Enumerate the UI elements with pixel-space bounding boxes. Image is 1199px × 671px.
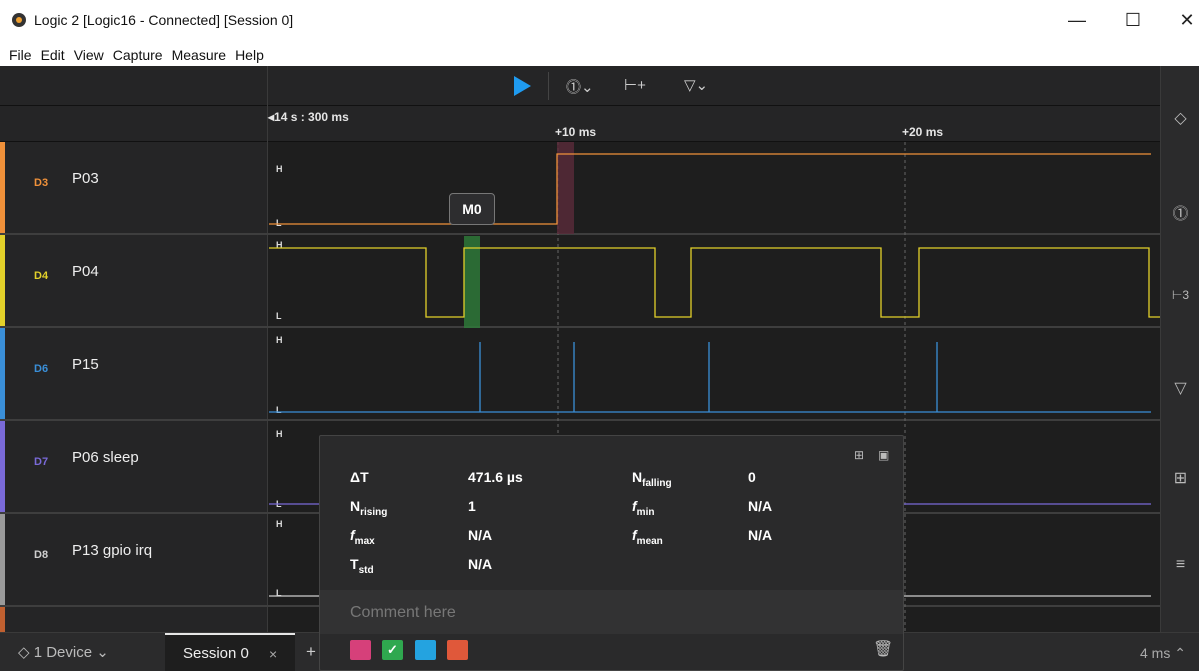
timeline-ruler[interactable]: ◂14 s : 300 ms +10 ms +20 ms: [0, 106, 1160, 142]
fmin-label: fmin: [632, 498, 655, 518]
color-swatch-green-selected[interactable]: ✓: [382, 640, 403, 660]
timeline-left-area: [0, 106, 268, 142]
channel-id: D3: [34, 177, 49, 189]
trigger-icon[interactable]: ⓵⌄: [566, 76, 594, 97]
tstd-label: Tstd: [350, 556, 374, 576]
channel-color: [0, 235, 5, 326]
channel-color: [0, 514, 5, 605]
expand-icon[interactable]: ⊞: [854, 448, 864, 462]
add-session-button[interactable]: +: [306, 642, 316, 662]
menu-file[interactable]: File: [9, 44, 32, 66]
menu-bar: File Edit View Capture Measure Help: [0, 44, 1199, 66]
nfalling-label: Nfalling: [632, 469, 672, 489]
device-tab[interactable]: ◇ 1 Device ⌄: [18, 643, 109, 661]
menu-edit[interactable]: Edit: [41, 44, 65, 66]
measurement-popup: ⊞ ▣ ΔT 471.6 µs Nrising 1 fmax N/A Tstd …: [319, 435, 904, 671]
color-swatch-pink[interactable]: [350, 640, 371, 660]
minimize-button[interactable]: —: [1062, 8, 1092, 32]
session-tab[interactable]: Session 0 ×: [165, 633, 295, 671]
copy-icon[interactable]: ▣: [878, 448, 889, 462]
menu-capture[interactable]: Capture: [113, 44, 163, 66]
close-icon[interactable]: ×: [269, 646, 277, 662]
channel-color: [0, 328, 5, 419]
start-capture-button[interactable]: [514, 76, 531, 96]
notes-icon[interactable]: ≡: [1161, 556, 1199, 574]
session-tab-label: Session 0: [183, 645, 249, 662]
channel-name: P15: [72, 356, 99, 373]
channel-color: [0, 142, 5, 233]
comment-placeholder: Comment here: [350, 604, 456, 621]
channel-label[interactable]: [0, 607, 268, 632]
channel-name: P13 gpio irq: [72, 542, 153, 559]
extensions-icon[interactable]: ⊞: [1161, 468, 1199, 488]
channel-id: D6: [34, 363, 49, 375]
channel-label[interactable]: D4 P04: [0, 235, 268, 326]
timeline-start: ◂14 s : 300 ms: [268, 110, 349, 124]
waveform-d3: [269, 153, 1151, 225]
edge-highlight: [557, 142, 574, 234]
maximize-button[interactable]: ☐: [1118, 8, 1148, 32]
nfalling-value: 0: [748, 469, 756, 485]
channel-color: [0, 421, 5, 512]
menu-help[interactable]: Help: [235, 44, 264, 66]
color-swatch-orange[interactable]: [447, 640, 468, 660]
fmean-label: fmean: [632, 527, 663, 547]
measurements-icon[interactable]: ⊢3: [1161, 288, 1199, 302]
channel-label[interactable]: D3 P03: [0, 142, 268, 233]
channel-id: D7: [34, 456, 49, 468]
fmax-value: N/A: [468, 527, 493, 543]
nrising-label: Nrising: [350, 498, 388, 518]
window-title: Logic 2 [Logic16 - Connected] [Session 0…: [34, 12, 294, 28]
markers-icon[interactable]: ▽: [1161, 378, 1199, 398]
measure-icon[interactable]: ⊢+: [624, 76, 646, 94]
trigger-panel-icon[interactable]: ⓵: [1161, 200, 1199, 224]
nrising-value: 1: [468, 498, 476, 514]
channel-header: [0, 66, 268, 106]
zoom-level[interactable]: 4 ms ⌃: [1140, 645, 1186, 662]
channel-name: P04: [72, 263, 99, 280]
analyzers-icon[interactable]: ◇: [1161, 108, 1199, 128]
right-sidebar: ◇ ⓵ ⊢3 ▽ ⊞ ≡: [1160, 66, 1199, 671]
channel-id: D8: [34, 549, 49, 561]
marker-icon[interactable]: ▽⌄: [684, 76, 708, 94]
color-swatch-blue[interactable]: [415, 640, 436, 660]
toolbar-divider: [548, 72, 549, 100]
tstd-value: N/A: [468, 556, 493, 572]
capture-toolbar: ⓵⌄ ⊢+ ▽⌄: [0, 66, 1160, 106]
trash-icon[interactable]: 🗑: [873, 639, 893, 659]
app-logo-icon: [12, 13, 26, 27]
dt-label: ΔT: [350, 469, 369, 485]
fmin-value: N/A: [748, 498, 773, 514]
waveform-d6: [269, 342, 1151, 413]
dt-value: 471.6 µs: [468, 469, 523, 485]
fmean-value: N/A: [748, 527, 773, 543]
marker-range: [464, 236, 480, 328]
channel-label[interactable]: D8 P13 gpio irq: [0, 514, 268, 605]
close-button[interactable]: ✕: [1172, 8, 1199, 32]
menu-measure[interactable]: Measure: [172, 44, 226, 66]
menu-view[interactable]: View: [74, 44, 104, 66]
channel-color: [0, 607, 5, 632]
channel-id: D4: [34, 270, 49, 282]
fmax-label: fmax: [350, 527, 375, 547]
waveform-d4: [269, 247, 1160, 318]
timeline-tick: +20 ms: [902, 125, 944, 139]
comment-field[interactable]: Comment here: [320, 590, 903, 634]
marker-label[interactable]: M0: [449, 193, 495, 225]
title-bar: Logic 2 [Logic16 - Connected] [Session 0…: [0, 0, 1199, 44]
channel-name: P06 sleep: [72, 449, 139, 466]
channel-name: P03: [72, 170, 99, 187]
timeline-tick: +10 ms: [555, 125, 597, 139]
channel-label[interactable]: D6 P15: [0, 328, 268, 419]
channel-label[interactable]: D7 P06 sleep: [0, 421, 268, 512]
